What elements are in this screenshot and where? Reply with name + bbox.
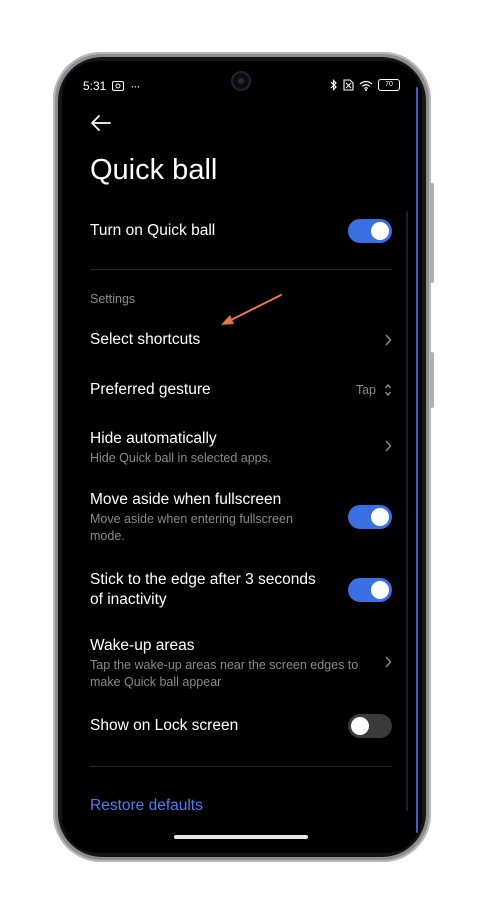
preferred-gesture-label: Preferred gesture <box>90 381 211 398</box>
no-sim-icon <box>343 79 354 91</box>
edge-highlight <box>416 87 418 833</box>
page-title: Quick ball <box>90 154 218 186</box>
status-bar: 5:31 ··· 70 <box>83 79 400 95</box>
battery-icon: 70 <box>378 79 400 91</box>
chevron-right-icon <box>385 334 392 346</box>
power-button <box>430 352 434 408</box>
lock-screen-label: Show on Lock screen <box>90 717 239 734</box>
chevron-right-icon <box>385 440 392 452</box>
lock-screen-toggle[interactable] <box>348 714 392 738</box>
restore-defaults-link[interactable]: Restore defaults <box>90 797 203 815</box>
stick-to-edge-row[interactable]: Stick to the edge after 3 seconds of ina… <box>90 570 330 610</box>
status-time: 5:31 <box>83 79 107 93</box>
turn-on-quick-ball-toggle[interactable] <box>348 219 392 243</box>
annotation-arrow-icon <box>221 294 282 325</box>
toggle-knob <box>371 581 389 599</box>
stick-to-edge-toggle[interactable] <box>348 578 392 602</box>
hide-automatically-description: Hide Quick ball in selected apps. <box>90 451 272 465</box>
toggle-knob <box>371 508 389 526</box>
preferred-gesture-value: Tap <box>355 383 376 397</box>
toggle-knob <box>351 717 369 735</box>
screenshot-notification-icon <box>112 81 125 91</box>
scrollbar[interactable] <box>406 211 408 811</box>
divider <box>90 766 392 767</box>
move-aside-toggle[interactable] <box>348 505 392 529</box>
select-shortcuts-row[interactable]: Select shortcuts <box>90 330 392 350</box>
section-label-settings: Settings <box>90 292 136 306</box>
screen: 5:31 ··· 70 Quick ball Turn on Quick bal <box>62 61 422 853</box>
back-button[interactable] <box>90 113 112 133</box>
hide-automatically-row[interactable]: Hide automatically Hide Quick ball in se… <box>90 429 392 467</box>
chevron-right-icon <box>385 656 392 668</box>
move-aside-description: Move aside when entering fullscreen mode… <box>90 512 293 543</box>
lock-screen-row[interactable]: Show on Lock screen <box>90 716 392 736</box>
move-aside-label: Move aside when fullscreen <box>90 491 282 508</box>
divider <box>90 269 392 270</box>
stick-to-edge-label: Stick to the edge after 3 seconds of ina… <box>90 571 316 608</box>
volume-button <box>430 183 434 283</box>
back-arrow-icon <box>91 115 111 131</box>
preferred-gesture-row[interactable]: Preferred gesture <box>90 380 392 400</box>
move-aside-row[interactable]: Move aside when fullscreen Move aside wh… <box>90 490 330 545</box>
more-notifications-icon: ··· <box>130 79 140 93</box>
hide-automatically-label: Hide automatically <box>90 430 217 447</box>
bluetooth-icon <box>330 79 338 91</box>
turn-on-quick-ball-row[interactable]: Turn on Quick ball <box>90 221 392 241</box>
select-shortcuts-label: Select shortcuts <box>90 331 201 348</box>
wifi-icon <box>359 80 373 91</box>
wake-up-areas-row[interactable]: Wake-up areas Tap the wake-up areas near… <box>90 636 376 691</box>
up-down-chevron-icon <box>384 383 392 397</box>
home-indicator[interactable] <box>174 835 308 839</box>
toggle-knob <box>371 222 389 240</box>
turn-on-quick-ball-label: Turn on Quick ball <box>90 222 216 239</box>
wake-up-areas-label: Wake-up areas <box>90 637 195 654</box>
wake-up-areas-description: Tap the wake-up areas near the screen ed… <box>90 658 359 689</box>
